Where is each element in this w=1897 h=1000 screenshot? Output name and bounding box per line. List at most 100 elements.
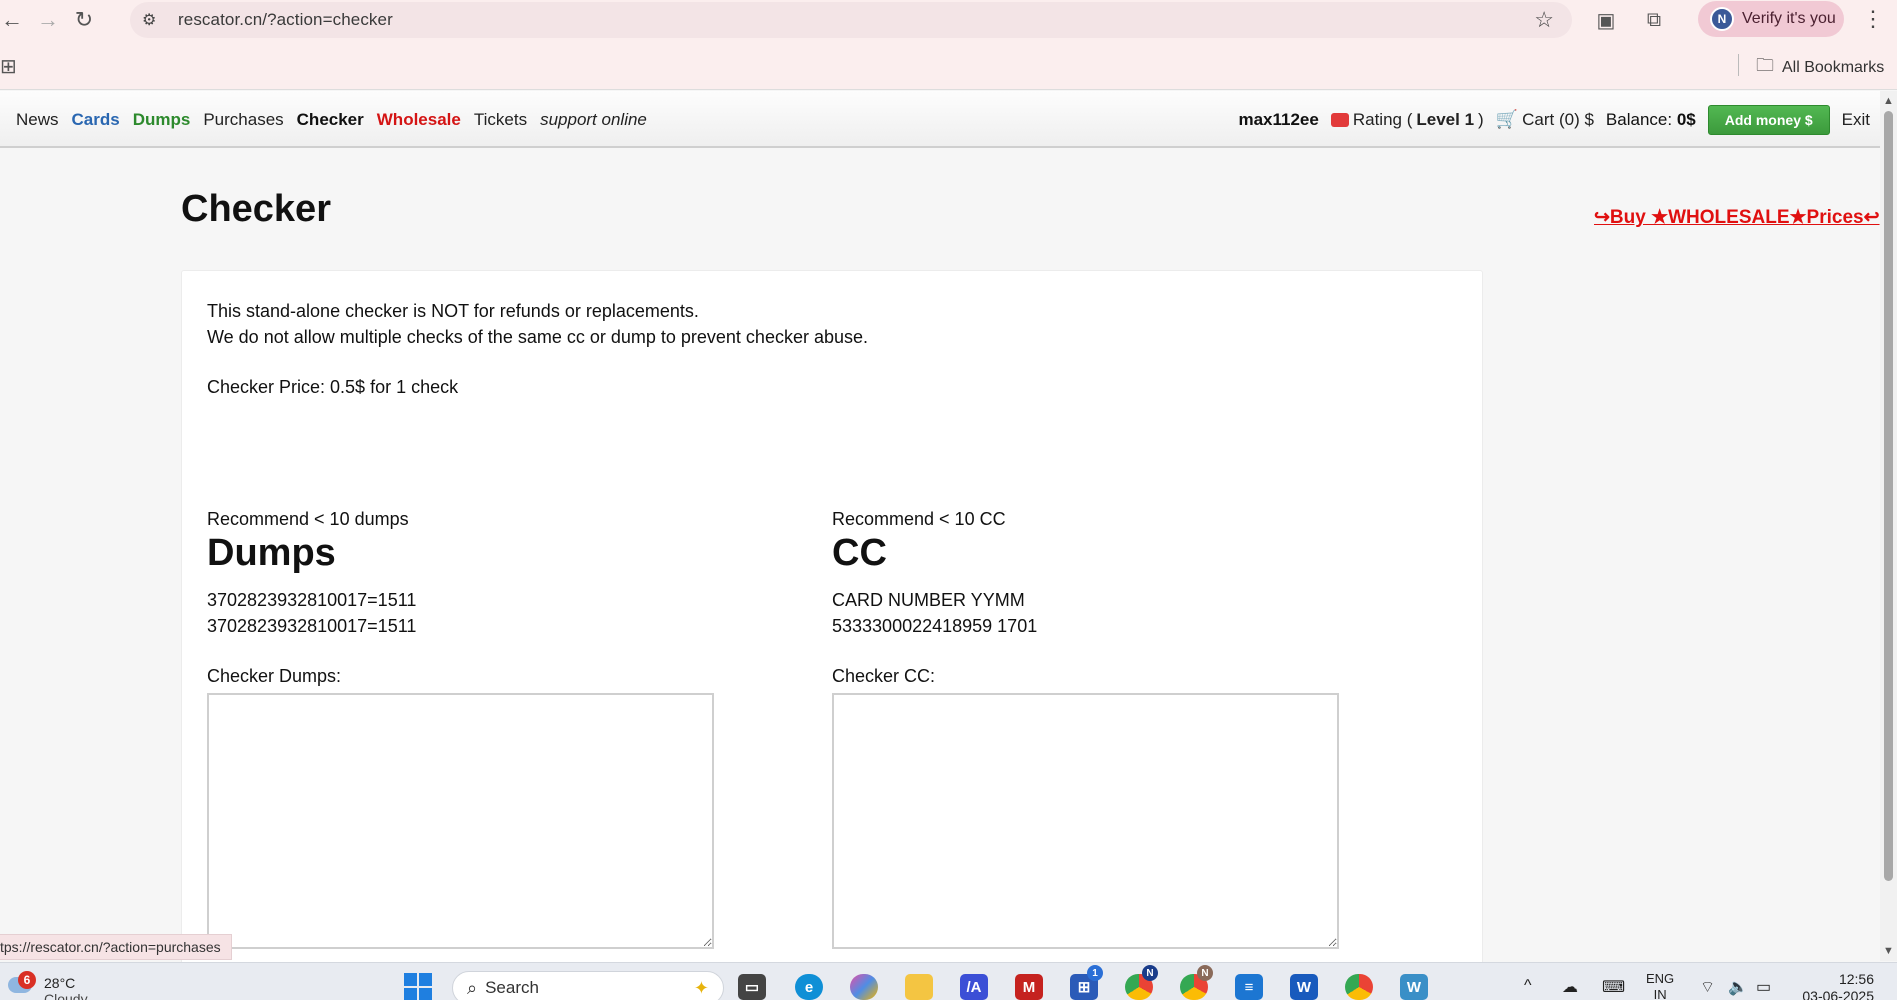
- tray-overflow-icon[interactable]: ^: [1524, 977, 1532, 995]
- battery-icon[interactable]: ▭: [1756, 977, 1771, 997]
- clock[interactable]: 12:56 03-06-2025: [1792, 971, 1874, 1000]
- folder-icon: 🗀: [1756, 55, 1774, 75]
- checker-dumps-input[interactable]: [207, 693, 714, 949]
- avatar: N: [1710, 7, 1734, 31]
- exit-link[interactable]: Exit: [1842, 110, 1870, 130]
- clock-time: 12:56: [1838, 971, 1874, 987]
- page-title: Checker: [181, 188, 331, 230]
- status-bar-url: tps://rescator.cn/?action=purchases: [0, 934, 232, 960]
- windows-start-icon[interactable]: [404, 973, 434, 1000]
- cc-recommend: Recommend < 10 CC: [832, 509, 1006, 529]
- chrome-canary-icon[interactable]: [1345, 974, 1373, 1000]
- browser-menu-icon[interactable]: ⋮: [1862, 6, 1884, 32]
- scroll-up-icon[interactable]: ▲: [1883, 95, 1894, 107]
- checker-panel: This stand-alone checker is NOT for refu…: [181, 270, 1483, 970]
- copilot-icon[interactable]: [850, 974, 878, 1000]
- mail-app-icon[interactable]: /A: [960, 974, 988, 1000]
- copilot-sparkle-icon: ✦: [693, 978, 709, 998]
- word-icon[interactable]: W: [1290, 974, 1318, 1000]
- scroll-thumb[interactable]: [1884, 111, 1893, 881]
- nav-dumps[interactable]: Dumps: [133, 110, 191, 130]
- tab-search-icon[interactable]: ▣: [1592, 6, 1620, 34]
- volume-icon[interactable]: 🔈: [1728, 977, 1748, 997]
- bookmarks-bar: ⊞ 🗀 All Bookmarks: [0, 40, 1897, 90]
- nav-checker[interactable]: Checker: [297, 110, 364, 130]
- store-badge: 1: [1087, 965, 1103, 981]
- chrome-profile-1-badge: N: [1142, 965, 1158, 981]
- temperature: 28°C: [44, 975, 76, 991]
- notepad-icon[interactable]: ≡: [1235, 974, 1263, 1000]
- notice-line-1: This stand-alone checker is NOT for refu…: [207, 301, 699, 321]
- cc-section: Recommend < 10 CC CC CARD NUMBER YYMM 53…: [832, 509, 1342, 949]
- clock-date: 03-06-2025: [1802, 988, 1874, 1000]
- weather-badge: 6: [18, 971, 36, 989]
- keyboard-icon[interactable]: ⌨: [1602, 977, 1625, 997]
- account-area: max112ee Rating (Level 1) 🛒 Cart (0) $ B…: [1238, 91, 1870, 148]
- wifi-icon[interactable]: ⌔: [1700, 977, 1715, 997]
- lang-line-2: IN: [1653, 987, 1667, 1000]
- dumps-title: Dumps: [207, 532, 336, 574]
- search-label: Search: [485, 978, 539, 997]
- language-indicator[interactable]: ENG IN: [1646, 971, 1674, 1000]
- url-text[interactable]: rescator.cn/?action=checker: [178, 10, 393, 30]
- nav-links: News Cards Dumps Purchases Checker Whole…: [16, 91, 647, 148]
- lang-line-1: ENG: [1646, 971, 1675, 986]
- taskbar-search[interactable]: ⌕ Search ✦: [452, 971, 724, 1000]
- chrome-profile-2-badge: N: [1197, 965, 1213, 981]
- gmail-icon[interactable]: M: [1015, 974, 1043, 1000]
- address-bar[interactable]: ⚙ rescator.cn/?action=checker ☆: [130, 2, 1572, 38]
- checker-price: Checker Price: 0.5$ for 1 check: [207, 377, 459, 397]
- username[interactable]: max112ee: [1238, 110, 1318, 130]
- bookmark-star-icon[interactable]: ☆: [1534, 7, 1554, 33]
- onedrive-icon[interactable]: ☁: [1562, 977, 1578, 997]
- cart-label: Cart (0) $: [1522, 109, 1594, 129]
- dumps-example-line-1: 3702823932810017=1511: [207, 590, 417, 610]
- verify-label: Verify it's you: [1742, 10, 1836, 27]
- weather-widget[interactable]: 6 28°C Cloudy: [4, 967, 88, 1000]
- rating-level: Level 1: [1416, 109, 1475, 129]
- dumps-example-line-2: 3702823932810017=1511: [207, 616, 417, 636]
- site-info-icon[interactable]: ⚙: [142, 10, 172, 30]
- app-icon[interactable]: W: [1400, 974, 1428, 1000]
- cc-title: CC: [832, 532, 887, 574]
- page-scrollbar[interactable]: ▲ ▼: [1880, 91, 1897, 961]
- checker-cc-input[interactable]: [832, 693, 1339, 949]
- scroll-down-icon[interactable]: ▼: [1883, 945, 1894, 957]
- weather-text: 28°C Cloudy: [44, 975, 88, 1000]
- cart-icon: 🛒: [1495, 109, 1519, 129]
- cc-example-line-1: CARD NUMBER YYMM: [832, 590, 1025, 610]
- back-icon[interactable]: ←: [0, 2, 30, 38]
- dumps-recommend: Recommend < 10 dumps: [207, 509, 409, 529]
- nav-wholesale[interactable]: Wholesale: [377, 110, 461, 130]
- nav-purchases[interactable]: Purchases: [203, 110, 283, 130]
- balance-value: 0$: [1676, 109, 1696, 129]
- cart-link[interactable]: 🛒 Cart (0) $: [1496, 109, 1594, 130]
- balance-label: Balance:: [1605, 109, 1673, 129]
- site-nav: News Cards Dumps Purchases Checker Whole…: [0, 91, 1880, 148]
- cc-example-line-2: 5333300022418959 1701: [832, 616, 1038, 636]
- task-view-icon[interactable]: ▭: [738, 974, 766, 1000]
- nav-tickets[interactable]: Tickets: [474, 110, 527, 130]
- dumps-section: Recommend < 10 dumps Dumps 3702823932810…: [207, 509, 717, 949]
- support-status[interactable]: support online: [540, 110, 647, 130]
- weather-condition: Cloudy: [44, 991, 88, 1000]
- file-explorer-icon[interactable]: [905, 974, 933, 1000]
- buy-wholesale-link[interactable]: ↪Buy ★WHOLESALE★Prices↩: [1594, 206, 1880, 229]
- edge-icon[interactable]: e: [795, 974, 823, 1000]
- verify-profile-button[interactable]: N Verify it's you: [1698, 1, 1844, 37]
- rating[interactable]: Rating (Level 1): [1330, 109, 1484, 130]
- forward-icon[interactable]: →: [30, 2, 66, 38]
- add-money-button[interactable]: Add money $: [1707, 104, 1830, 135]
- nav-news[interactable]: News: [16, 110, 59, 130]
- notice-line-2: We do not allow multiple checks of the s…: [207, 327, 868, 347]
- checker-notice: This stand-alone checker is NOT for refu…: [207, 298, 868, 350]
- bookmarks-divider: [1738, 54, 1739, 76]
- all-bookmarks-button[interactable]: 🗀 All Bookmarks: [1756, 53, 1884, 83]
- nav-cards[interactable]: Cards: [72, 110, 120, 130]
- extensions-icon[interactable]: ⧉: [1640, 6, 1668, 34]
- reload-icon[interactable]: ↻: [66, 2, 102, 38]
- all-bookmarks-label: All Bookmarks: [1782, 59, 1885, 76]
- rating-icon: [1330, 112, 1349, 127]
- apps-grid-icon[interactable]: ⊞: [0, 54, 17, 79]
- browser-toolbar: ← → ↻ ⚙ rescator.cn/?action=checker ☆ ▣ …: [0, 0, 1897, 40]
